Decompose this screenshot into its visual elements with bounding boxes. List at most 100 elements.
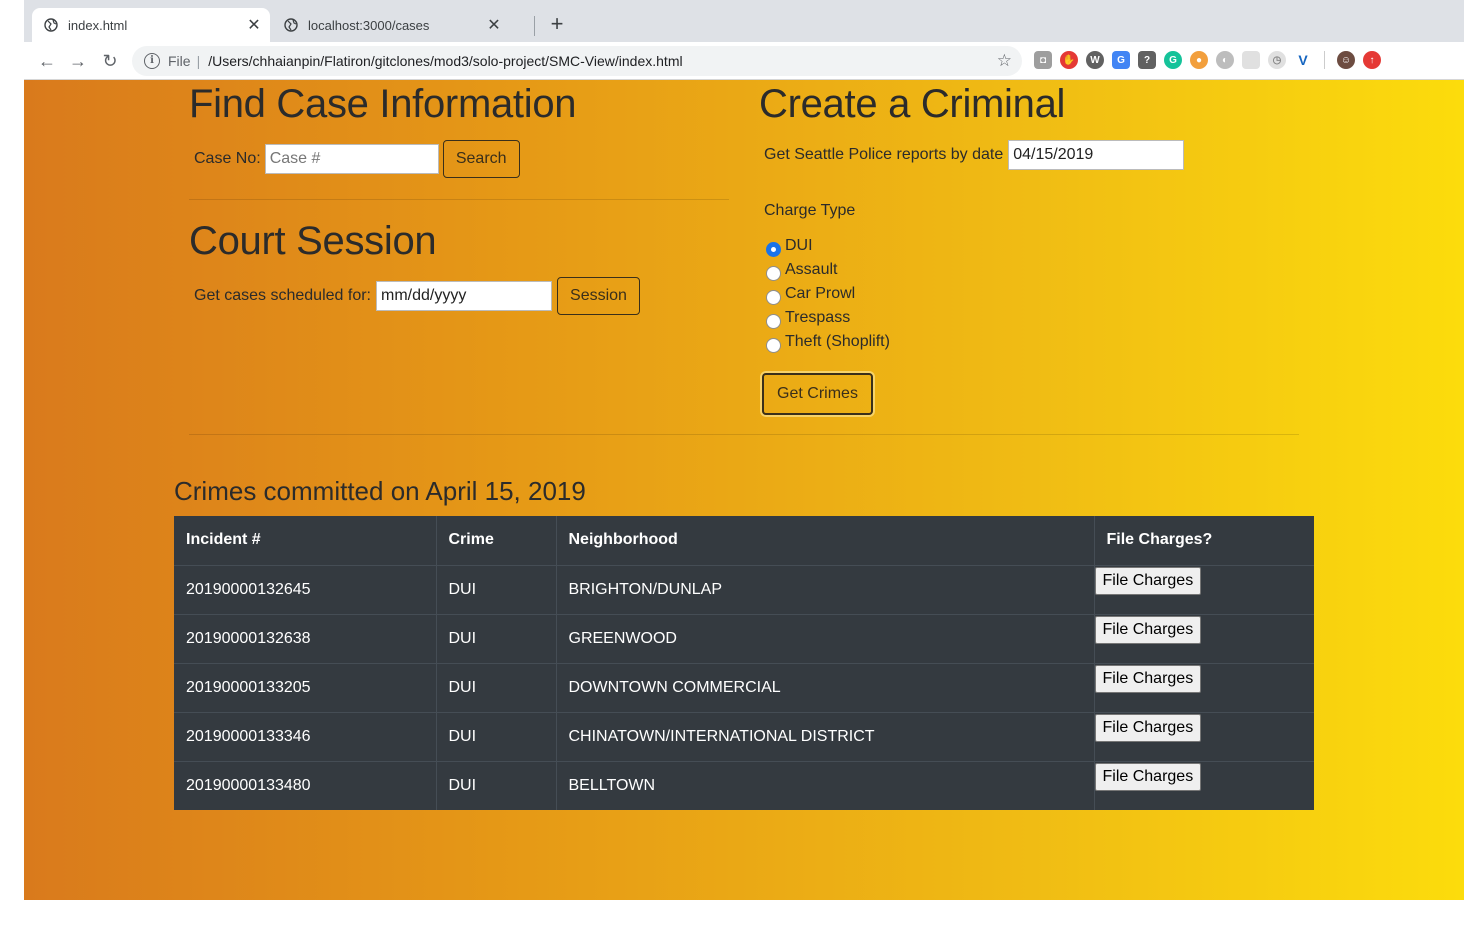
get-crimes-button[interactable]: Get Crimes — [762, 373, 873, 415]
forward-arrow-icon[interactable]: → — [67, 50, 89, 72]
extensions-bar: ◘ ✋ W G ? G ● ◐ ◷ V ☺ ↑ — [1034, 51, 1381, 69]
court-session-label: Get cases scheduled for: — [194, 287, 371, 304]
file-charges-button[interactable]: File Charges — [1094, 615, 1202, 644]
tab-divider — [534, 16, 535, 36]
bookmark-star-icon[interactable]: ☆ — [997, 51, 1012, 71]
radio-button[interactable] — [766, 313, 781, 329]
radio-button[interactable] — [766, 289, 781, 305]
vue-devtools-extension-icon[interactable]: V — [1294, 51, 1312, 69]
section-divider — [189, 434, 1299, 435]
charge-option-trespass[interactable]: Trespass — [766, 306, 890, 330]
file-charges-button[interactable]: File Charges — [1094, 762, 1202, 791]
section-divider — [189, 199, 729, 200]
grey-circle-extension-icon[interactable]: ◐ — [1216, 51, 1234, 69]
case-number-input[interactable] — [264, 144, 439, 174]
charge-option-assault[interactable]: Assault — [766, 258, 890, 282]
charge-type-radio-group: DUI Assault Car Prowl Trespass Theft (Sh… — [766, 234, 890, 354]
crime-cell: DUI — [435, 613, 556, 663]
table-row: 20190000132645 DUI BRIGHTON/DUNLAP File … — [174, 564, 1314, 614]
timer-extension-icon[interactable]: ◷ — [1268, 51, 1286, 69]
report-date-input[interactable] — [1008, 140, 1185, 170]
incident-cell: 20190000133480 — [174, 760, 436, 810]
column-header-crime: Crime — [435, 516, 556, 565]
crime-cell: DUI — [435, 711, 556, 761]
crime-cell: DUI — [435, 760, 556, 810]
report-date-row: Get Seattle Police reports by date — [764, 140, 1185, 170]
column-header-neighborhood: Neighborhood — [555, 516, 1094, 565]
case-number-label: Case No: — [194, 150, 261, 167]
address-scheme: File — [168, 53, 191, 69]
browser-tab-strip: index.html ✕ localhost:3000/cases ✕ + — [24, 0, 1464, 42]
table-row: 20190000133480 DUI BELLTOWN File Charges — [174, 760, 1314, 810]
grammarly-extension-icon[interactable]: G — [1164, 51, 1182, 69]
action-cell: File Charges — [1093, 662, 1314, 712]
radio-button[interactable] — [766, 337, 781, 353]
incident-cell: 20190000132645 — [174, 564, 436, 614]
google-translate-extension-icon[interactable]: G — [1112, 51, 1130, 69]
tab-title: index.html — [68, 17, 128, 33]
address-divider: | — [196, 53, 201, 69]
new-tab-button[interactable]: + — [546, 12, 568, 36]
profile-avatar-icon[interactable]: ☺ — [1337, 51, 1355, 69]
radio-label: Assault — [785, 261, 838, 278]
crimes-table: Incident # Crime Neighborhood File Charg… — [174, 516, 1314, 810]
table-row: 20190000133205 DUI DOWNTOWN COMMERCIAL F… — [174, 662, 1314, 712]
report-date-label: Get Seattle Police reports by date — [764, 146, 1004, 163]
neighborhood-cell: GREENWOOD — [555, 613, 1094, 663]
browser-tab-cases[interactable]: localhost:3000/cases ✕ — [272, 8, 510, 42]
crimes-heading: Crimes committed on April 15, 2019 — [174, 476, 586, 506]
file-charges-button[interactable]: File Charges — [1094, 664, 1202, 693]
table-row: 20190000133346 DUI CHINATOWN/INTERNATION… — [174, 711, 1314, 761]
case-search-row: Case No: Search — [194, 140, 520, 178]
toolbar-divider — [1324, 51, 1325, 69]
close-tab-icon[interactable]: ✕ — [484, 15, 504, 35]
incident-cell: 20190000132638 — [174, 613, 436, 663]
blank-extension-icon[interactable] — [1242, 51, 1260, 69]
file-charges-button[interactable]: File Charges — [1094, 713, 1202, 742]
radio-button[interactable] — [766, 241, 781, 257]
charge-option-car-prowl[interactable]: Car Prowl — [766, 282, 890, 306]
radio-label: Trespass — [785, 309, 851, 326]
globe-icon — [284, 18, 298, 32]
neighborhood-cell: BRIGHTON/DUNLAP — [555, 564, 1094, 614]
reload-icon[interactable]: ↻ — [99, 50, 121, 72]
charge-option-theft[interactable]: Theft (Shoplift) — [766, 330, 890, 354]
charge-type-label: Charge Type — [764, 202, 856, 219]
browser-toolbar: ← → ↻ i File | /Users/chhaianpin/Flatiro… — [24, 42, 1464, 80]
create-criminal-title: Create a Criminal — [759, 82, 1066, 126]
crime-cell: DUI — [435, 564, 556, 614]
info-icon[interactable]: i — [144, 53, 160, 69]
help-extension-icon[interactable]: ? — [1138, 51, 1156, 69]
action-cell: File Charges — [1093, 711, 1314, 761]
charge-option-dui[interactable]: DUI — [766, 234, 890, 258]
file-charges-button[interactable]: File Charges — [1094, 566, 1202, 595]
close-tab-icon[interactable]: ✕ — [244, 15, 264, 35]
incident-cell: 20190000133205 — [174, 662, 436, 712]
adblock-extension-icon[interactable]: ✋ — [1060, 51, 1078, 69]
back-arrow-icon[interactable]: ← — [36, 50, 58, 72]
search-button[interactable]: Search — [442, 140, 520, 178]
cookie-extension-icon[interactable]: ● — [1190, 51, 1208, 69]
radio-label: Theft (Shoplift) — [785, 333, 890, 350]
address-bar[interactable]: i File | /Users/chhaianpin/Flatiron/gitc… — [132, 46, 1022, 76]
action-cell: File Charges — [1093, 564, 1314, 614]
table-row: 20190000132638 DUI GREENWOOD File Charge… — [174, 613, 1314, 663]
browser-tab-index[interactable]: index.html ✕ — [32, 8, 270, 42]
globe-icon — [44, 18, 58, 32]
neighborhood-cell: CHINATOWN/INTERNATIONAL DISTRICT — [555, 711, 1094, 761]
neighborhood-cell: BELLTOWN — [555, 760, 1094, 810]
crime-cell: DUI — [435, 662, 556, 712]
radio-button[interactable] — [766, 265, 781, 281]
session-button[interactable]: Session — [556, 277, 640, 315]
wordpress-extension-icon[interactable]: W — [1086, 51, 1104, 69]
find-case-title: Find Case Information — [189, 82, 577, 126]
update-extension-icon[interactable]: ↑ — [1363, 51, 1381, 69]
session-date-input[interactable] — [375, 281, 552, 311]
column-header-incident: Incident # — [186, 531, 261, 549]
column-header-file-charges: File Charges? — [1093, 516, 1314, 565]
address-url: /Users/chhaianpin/Flatiron/gitclones/mod… — [208, 53, 683, 69]
neighborhood-cell: DOWNTOWN COMMERCIAL — [555, 662, 1094, 712]
action-cell: File Charges — [1093, 760, 1314, 810]
camera-extension-icon[interactable]: ◘ — [1034, 51, 1052, 69]
court-session-row: Get cases scheduled for: Session — [194, 277, 640, 315]
